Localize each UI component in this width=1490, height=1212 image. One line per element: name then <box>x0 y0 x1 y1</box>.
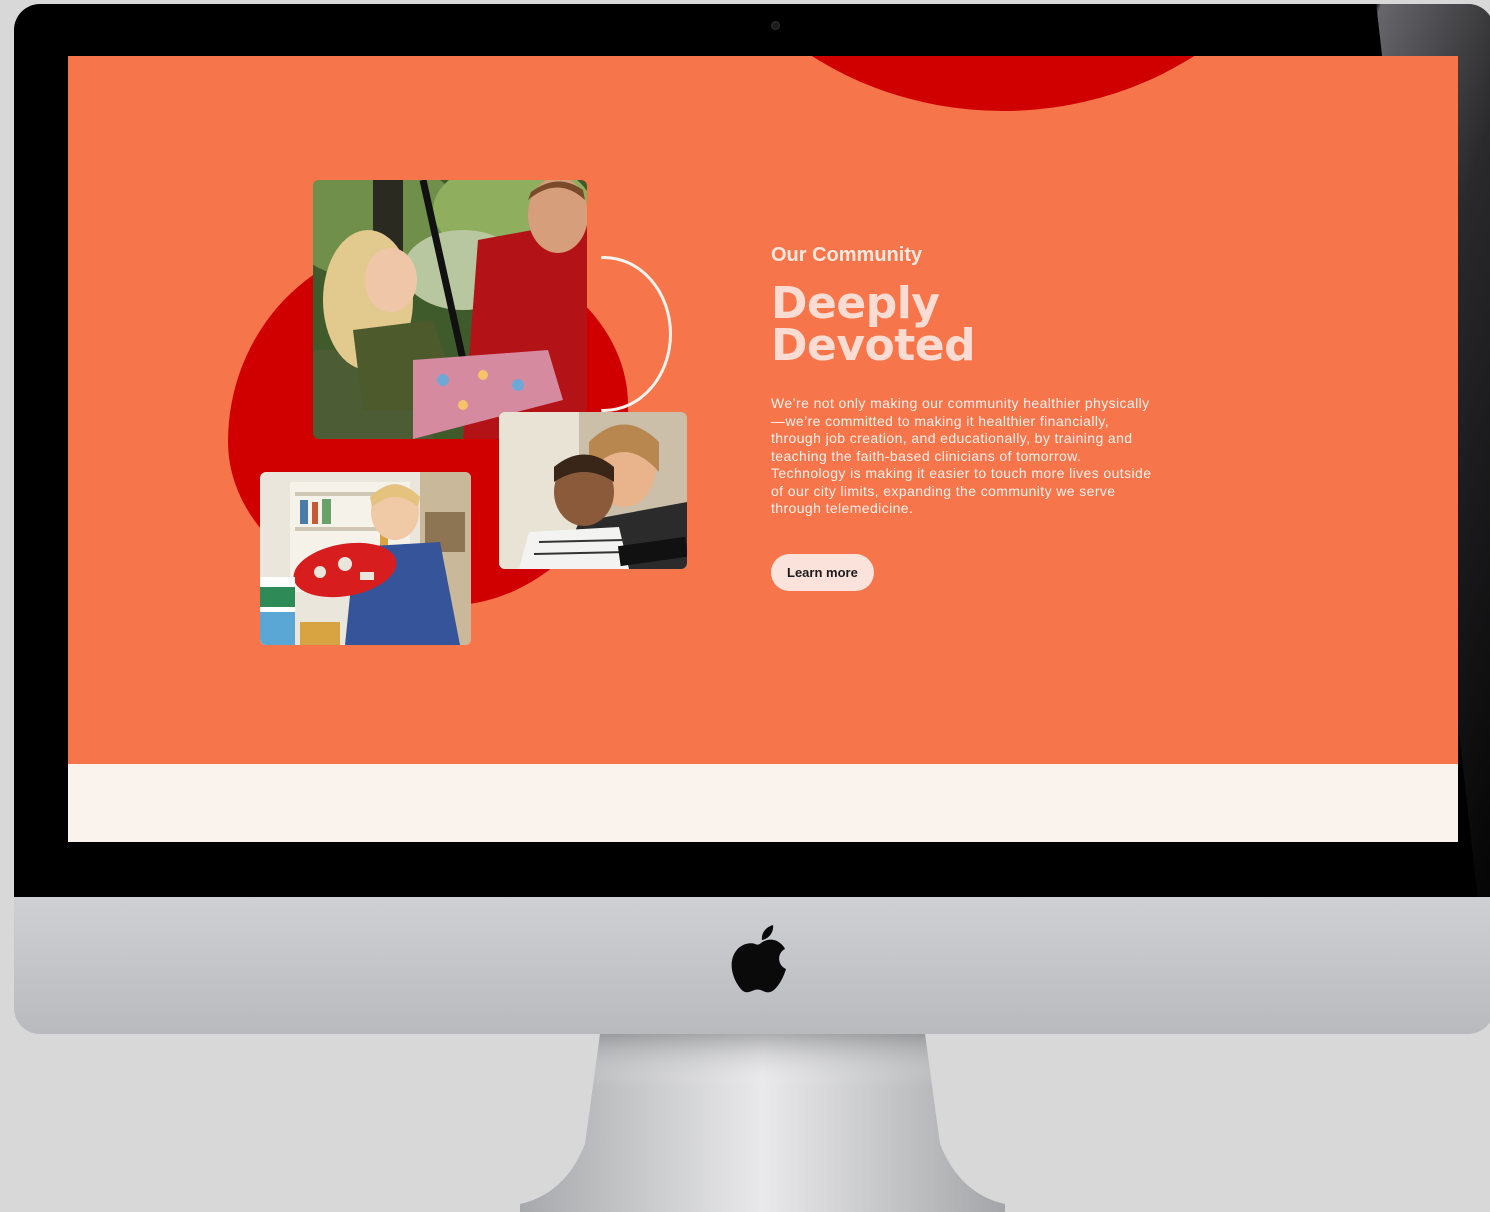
lower-band <box>68 764 1458 842</box>
swing-photo <box>313 180 587 439</box>
community-content: Our Community Deeply Devoted We’re not o… <box>771 244 1171 591</box>
toddler-photo-art <box>260 472 471 645</box>
section-body: We’re not only making our community heal… <box>771 395 1152 516</box>
imac-stand <box>520 1034 1005 1212</box>
toddler-photo <box>260 472 471 645</box>
section-eyebrow: Our Community <box>771 244 923 266</box>
device-mockup: Our Community Deeply Devoted We’re not o… <box>0 0 1490 1212</box>
camera-icon <box>771 21 780 30</box>
section-headline: Deeply Devoted <box>771 278 1171 371</box>
headline-line-1: Deeply <box>771 278 940 329</box>
decorative-top-arc <box>668 56 1338 111</box>
headline-line-2: Devoted <box>771 320 976 371</box>
laptop-photo-art <box>499 412 687 569</box>
swing-photo-art <box>313 180 587 439</box>
website-screen: Our Community Deeply Devoted We’re not o… <box>68 56 1458 842</box>
laptop-photo <box>499 412 687 569</box>
apple-logo-icon <box>731 925 786 993</box>
community-section: Our Community Deeply Devoted We’re not o… <box>68 56 1458 764</box>
learn-more-button[interactable]: Learn more <box>771 553 874 591</box>
